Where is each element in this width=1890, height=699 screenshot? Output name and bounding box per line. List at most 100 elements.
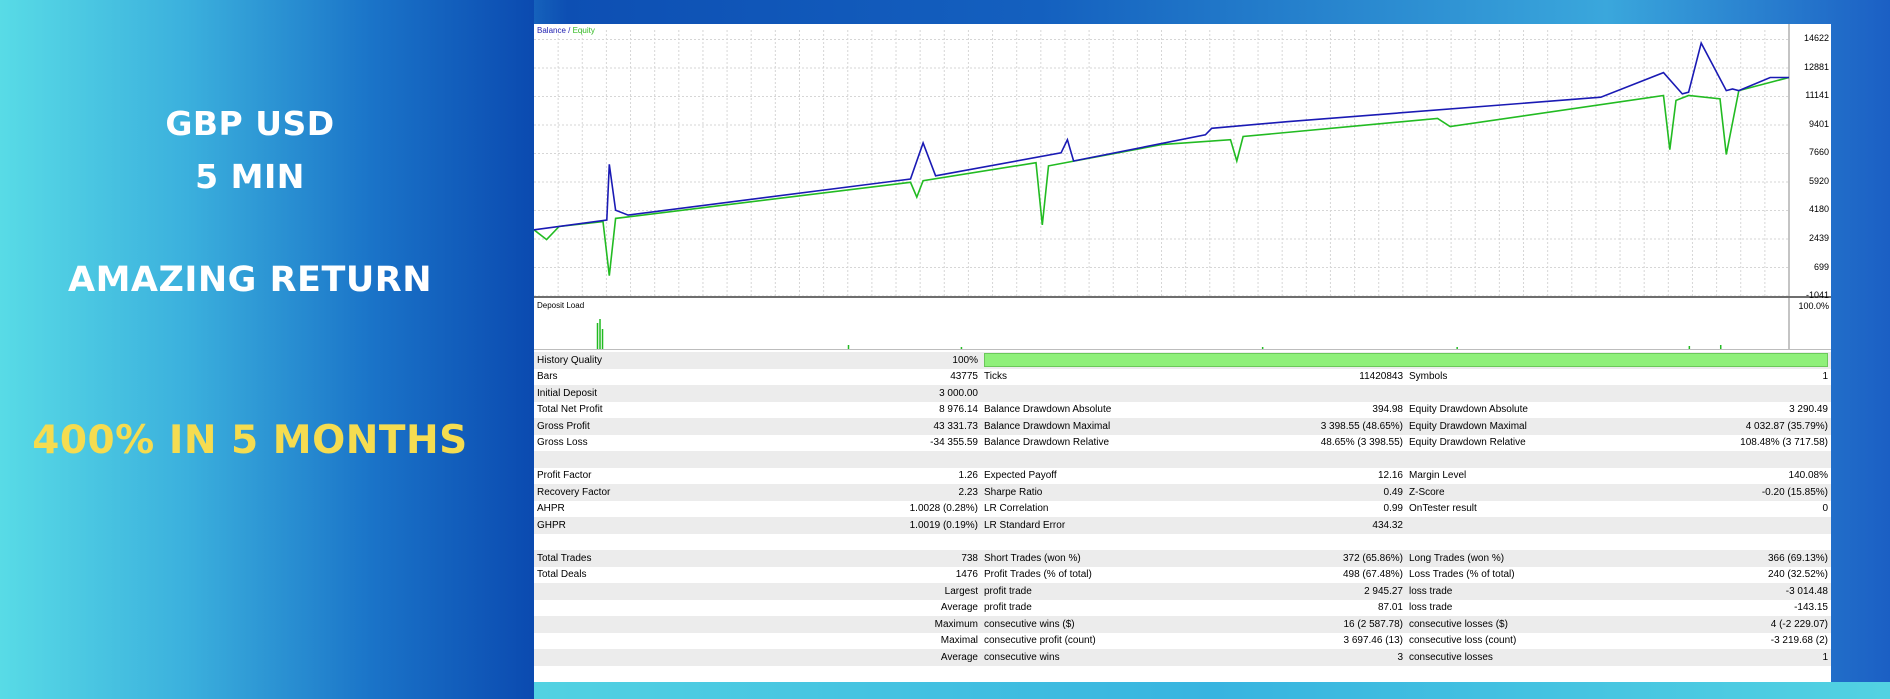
table-row: Maximal consecutive profit (count) 3 697.4… <box>534 633 1831 650</box>
table-cell <box>1406 534 1619 551</box>
table-cell: 3 290.49 <box>1789 404 1828 416</box>
deposit-load-bar <box>1719 345 1722 349</box>
table-cell <box>630 451 981 468</box>
table-cell <box>1618 451 1831 468</box>
table-cell <box>1618 385 1831 402</box>
table-cell <box>1194 534 1407 551</box>
table-cell: Long Trades (won %) <box>1406 550 1619 567</box>
table-cell <box>1618 517 1831 534</box>
table-row: Total Deals 1476 Profit Trades (% of total… <box>534 567 1831 584</box>
table-cell: 3 398.55 (48.65%) <box>1193 418 1406 435</box>
table-cell: 12.16 <box>1377 470 1403 482</box>
deposit-load-bar <box>1688 346 1691 349</box>
deposit-load-max: 100.0% <box>1798 301 1829 311</box>
table-cell: Loss Trades (% of total) <box>1409 569 1515 581</box>
deposit-load-bar <box>1261 347 1264 349</box>
table-cell: -3 219.68 (2) <box>1770 635 1828 647</box>
table-cell: Total Net Profit <box>537 404 603 416</box>
table-cell: consecutive wins <box>981 649 1194 666</box>
table-cell: -34 355.59 <box>930 437 978 449</box>
table-cell: Z-Score <box>1406 484 1619 501</box>
table-cell <box>534 600 630 617</box>
table-cell: consecutive losses <box>1406 649 1619 666</box>
table-cell: 240 (32.52%) <box>1767 569 1828 581</box>
table-cell: 43775 <box>950 371 978 383</box>
table-cell: 43 331.73 <box>630 418 981 435</box>
y-tick-label: 2439 <box>1808 233 1829 243</box>
table-cell: 0 <box>1822 503 1828 515</box>
table-cell: 108.48% (3 717.58) <box>1740 437 1828 449</box>
legend-separator: / <box>565 26 573 35</box>
table-cell <box>1193 451 1406 468</box>
table-cell: 738 <box>630 550 981 567</box>
table-cell: 140.08% <box>1788 470 1828 482</box>
table-cell: Balance Drawdown Relative <box>984 437 1110 449</box>
table-cell: -0.20 (15.85%) <box>1618 484 1831 501</box>
table-row: Gross Loss -34 355.59 Balance Drawdown Rel… <box>534 435 1831 452</box>
table-row: Bars 43775 Ticks 11420843 Symbols 1 <box>534 369 1831 386</box>
history-quality-bar <box>981 352 1831 369</box>
table-cell: loss trade <box>1409 602 1453 614</box>
table-cell: -143.15 <box>1794 602 1828 614</box>
table-cell: 1.0028 (0.28%) <box>909 503 978 515</box>
table-cell: 1.26 <box>958 470 978 482</box>
table-cell: 1 <box>1822 371 1828 383</box>
table-row <box>534 534 1831 551</box>
table-cell <box>1193 385 1406 402</box>
table-cell: Largest <box>630 583 981 600</box>
table-cell: 1.0019 (0.19%) <box>630 517 981 534</box>
table-cell: 48.65% (3 398.55) <box>1320 437 1403 449</box>
table-cell: Sharpe Ratio <box>981 484 1194 501</box>
table-cell: Expected Payoff <box>984 470 1057 482</box>
table-row: Profit Factor 1.26 Expected Payoff 12.16 Mar… <box>534 468 1831 485</box>
table-cell: 100% <box>630 352 981 369</box>
table-row: Average consecutive wins 3 consecutive loss… <box>534 649 1831 666</box>
table-cell: consecutive loss (count) <box>1409 635 1517 647</box>
table-row: AHPR 1.0028 (0.28%) LR Correlation 0.99 OnTe… <box>534 501 1831 518</box>
table-cell: 11420843 <box>1359 371 1403 383</box>
y-tick-label: 12881 <box>1803 61 1829 72</box>
bottom-strip <box>534 682 1890 699</box>
table-row: Gross Profit 43 331.73 Balance Drawdown Ma… <box>534 418 1831 435</box>
chart-legend: Balance / Equity <box>537 26 595 35</box>
banner-return: 400% IN 5 MONTHS <box>32 418 468 463</box>
deposit-load-bar <box>601 329 604 349</box>
table-cell <box>534 583 630 600</box>
table-cell: Total Deals <box>537 569 587 581</box>
table-row: Maximum consecutive wins ($) 16 (2 587.78)… <box>534 616 1831 633</box>
table-cell: profit trade <box>981 583 1194 600</box>
table-row: Largest profit trade 2 945.27 loss trade -3 … <box>534 583 1831 600</box>
table-cell: 3 000.00 <box>630 385 981 402</box>
deposit-load-bar <box>596 323 599 349</box>
deposit-load-bar <box>599 319 601 349</box>
deposit-load-bar <box>1456 347 1458 349</box>
table-row: Total Trades 738 Short Trades (won %) 372 (… <box>534 550 1831 567</box>
banner-timeframe: 5 MIN <box>195 157 305 196</box>
table-cell: 366 (69.13%) <box>1618 550 1831 567</box>
table-cell: Margin Level <box>1409 470 1467 482</box>
y-tick-label: 699 <box>1813 261 1829 272</box>
table-cell: consecutive wins ($) <box>981 616 1194 633</box>
table-cell: OnTester result <box>1409 503 1477 515</box>
table-cell <box>981 451 1194 468</box>
table-cell: Short Trades (won %) <box>981 550 1194 567</box>
tester-report: Balance / Equity 14622 12881 11141 9401 7660… <box>534 24 1831 682</box>
table-row: Total Net Profit 8 976.14 Balance Drawdown… <box>534 402 1831 419</box>
deposit-load-bar <box>847 345 850 349</box>
banner-tagline: AMAZING RETURN <box>67 260 432 300</box>
quality-fill <box>984 353 1828 368</box>
table-row: Recovery Factor 2.23 Sharpe Ratio 0.49 Z-Sco… <box>534 484 1831 501</box>
table-cell: 1 <box>1618 649 1831 666</box>
table-cell <box>534 451 630 468</box>
table-cell: -3 014.48 <box>1618 583 1831 600</box>
legend-balance: Balance <box>537 26 566 35</box>
y-tick-label: 14622 <box>1803 33 1829 44</box>
table-cell: LR Correlation <box>984 503 1049 515</box>
table-cell <box>981 385 1194 402</box>
y-tick-label: 11141 <box>1805 90 1829 101</box>
table-cell: Gross Loss <box>537 437 588 449</box>
table-cell: 0.99 <box>1383 503 1403 515</box>
table-cell <box>1619 534 1832 551</box>
table-cell: Maximal <box>940 635 978 647</box>
table-cell: Equity Drawdown Relative <box>1409 437 1526 449</box>
